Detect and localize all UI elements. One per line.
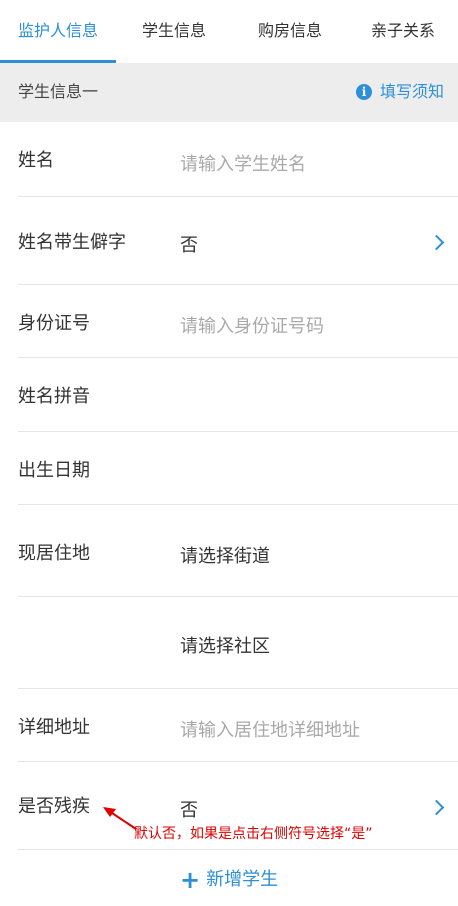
pinyin-label: 姓名拼音 [18, 386, 90, 407]
address-row[interactable]: 详细地址 请输入居住地详细地址 [0, 689, 458, 762]
residence-label: 现居住地 [18, 543, 90, 564]
pinyin-row[interactable]: 姓名拼音 [0, 358, 458, 432]
tab-housing-info[interactable]: 购房信息 [232, 0, 348, 63]
id-number-row[interactable]: 身份证号 请输入身份证号码 [0, 285, 458, 358]
name-row[interactable]: 姓名 请输入学生姓名 [0, 122, 458, 197]
residence-community-row[interactable]: 请选择社区 [0, 597, 458, 689]
add-student-button[interactable]: + 新增学生 [180, 866, 278, 894]
street-select[interactable]: 请选择街道 [180, 542, 270, 568]
rare-char-row[interactable]: 姓名带生僻字 否 [0, 197, 458, 285]
notice-label: 填写须知 [379, 82, 444, 101]
community-select[interactable]: 请选择社区 [180, 632, 270, 658]
id-number-label: 身份证号 [18, 313, 90, 334]
section-header: 学生信息一 i 填写须知 [0, 63, 458, 122]
add-student-label: 新增学生 [206, 869, 279, 890]
tab-guardian-info[interactable]: 监护人信息 [0, 0, 116, 63]
info-icon: i [355, 83, 372, 100]
name-input[interactable]: 请输入学生姓名 [180, 150, 306, 176]
divider [18, 849, 458, 850]
birth-date-label: 出生日期 [18, 460, 90, 481]
chevron-right-icon[interactable] [428, 799, 445, 816]
disability-label: 是否残疾 [18, 796, 90, 817]
name-label: 姓名 [18, 150, 54, 171]
disability-value: 否 [180, 800, 198, 821]
rare-char-value: 否 [180, 235, 198, 256]
birth-date-row[interactable]: 出生日期 [0, 432, 458, 505]
notice-link[interactable]: i 填写须知 [355, 63, 444, 120]
address-label: 详细地址 [18, 717, 90, 738]
section-title: 学生信息一 [18, 82, 99, 101]
id-number-input[interactable]: 请输入身份证号码 [180, 312, 324, 338]
address-input[interactable]: 请输入居住地详细地址 [180, 716, 360, 742]
plus-icon: + [180, 866, 201, 894]
tab-parent-child[interactable]: 亲子关系 [348, 0, 458, 63]
residence-street-row[interactable]: 现居住地 请选择街道 [0, 505, 458, 597]
rare-char-label: 姓名带生僻字 [18, 232, 126, 253]
tab-student-info[interactable]: 学生信息 [116, 0, 232, 63]
tab-bar: 监护人信息 学生信息 购房信息 亲子关系 [0, 0, 458, 63]
chevron-right-icon[interactable] [428, 234, 445, 251]
annotation-text: 默认否，如果是点击右侧符号选择“是” [134, 826, 373, 842]
